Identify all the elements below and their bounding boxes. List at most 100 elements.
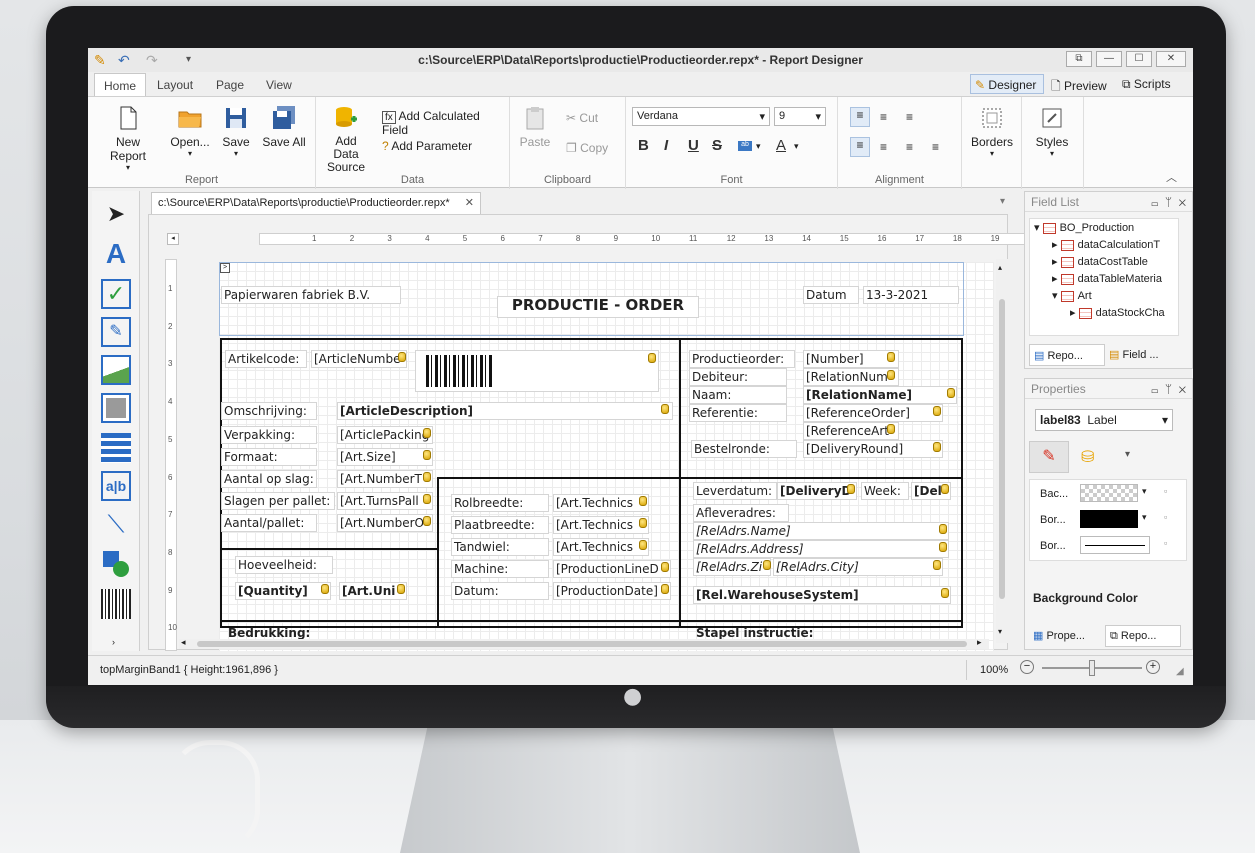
- align-center-icon[interactable]: ≡: [880, 140, 887, 154]
- align-right-icon[interactable]: ≡: [906, 140, 913, 154]
- leverdatum-label[interactable]: Leverdatum:: [693, 482, 777, 500]
- chevron-down-icon[interactable]: ▾: [756, 141, 761, 152]
- close-tab-icon[interactable]: ✕: [465, 196, 474, 209]
- adres-zip[interactable]: [RelAdrs.Zi: [693, 558, 771, 576]
- formaat-value[interactable]: [Art.Size]: [337, 448, 433, 466]
- naam-label[interactable]: Naam:: [689, 386, 787, 404]
- adres-name[interactable]: [RelAdrs.Name]: [693, 522, 949, 540]
- add-data-source-button[interactable]: Add Data Source: [322, 105, 370, 174]
- hoeveelheid-label[interactable]: Hoeveelheid:: [235, 556, 333, 574]
- close-button[interactable]: ✕: [1156, 51, 1186, 67]
- date-value[interactable]: 13-3-2021: [863, 286, 959, 304]
- maximize-button[interactable]: ☐: [1126, 51, 1152, 67]
- tab-field-list[interactable]: ▤ Field ...: [1109, 348, 1159, 361]
- align-bottom-icon[interactable]: ≡: [906, 110, 913, 124]
- debiteur-value[interactable]: [RelationNum: [803, 368, 899, 386]
- aantal-pallet-value[interactable]: [Art.NumberO: [337, 514, 433, 532]
- zoom-slider-thumb[interactable]: [1089, 660, 1095, 676]
- scroll-up-icon[interactable]: ▴: [998, 263, 1002, 272]
- checkbox-tool-icon[interactable]: ✓: [101, 279, 131, 309]
- aantal-op-slag-value[interactable]: [Art.NumberT: [337, 470, 433, 488]
- chevron-down-icon[interactable]: ▾: [1142, 486, 1147, 497]
- justify-icon[interactable]: ≡: [932, 140, 939, 154]
- week-label[interactable]: Week:: [861, 482, 909, 500]
- rolbreedte-value[interactable]: [Art.Technics: [553, 494, 649, 512]
- omschrijving-label[interactable]: Omschrijving:: [221, 402, 317, 420]
- selected-control-select[interactable]: label83 Label ▾: [1035, 409, 1173, 431]
- pointer-tool-icon[interactable]: ➤: [101, 201, 131, 231]
- leverdatum-value[interactable]: [DeliveryD: [777, 482, 857, 500]
- reset-icon[interactable]: ▫: [1164, 512, 1167, 522]
- date-label[interactable]: Datum: [803, 286, 859, 304]
- productieorder-value[interactable]: [Number]: [803, 350, 899, 368]
- field-list-tree[interactable]: ▾ BO_Production ▸ dataCalculationT ▸ dat…: [1029, 218, 1179, 336]
- table-tool-icon[interactable]: [101, 433, 131, 463]
- horizontal-scrollbar[interactable]: ◂ ▸: [179, 637, 989, 649]
- italic-button[interactable]: I: [664, 137, 668, 154]
- minimize-button[interactable]: —: [1096, 51, 1122, 67]
- panel-close-icon[interactable]: ▭ ᛘ ✕: [1151, 195, 1186, 209]
- styles-button[interactable]: Styles ▾: [1028, 105, 1076, 158]
- tab-page[interactable]: Page: [216, 78, 244, 92]
- aantal-op-slag-label[interactable]: Aantal op slag:: [221, 470, 317, 488]
- tandwiel-label[interactable]: Tandwiel:: [451, 538, 549, 556]
- designer-view-button[interactable]: ✎ Designer: [970, 74, 1044, 94]
- formaat-label[interactable]: Formaat:: [221, 448, 317, 466]
- quantity-value[interactable]: [Quantity]: [235, 582, 331, 600]
- border-color-swatch[interactable]: [1080, 510, 1138, 528]
- chevron-down-icon[interactable]: ▾: [1125, 449, 1130, 460]
- border-dash-select[interactable]: [1080, 536, 1150, 554]
- strikethrough-button[interactable]: S: [712, 137, 722, 154]
- barcode[interactable]: [415, 350, 659, 392]
- tab-report-gallery[interactable]: ⧉ Repo...: [1105, 625, 1181, 647]
- reset-icon[interactable]: ▫: [1164, 486, 1167, 496]
- adres-address[interactable]: [RelAdrs.Address]: [693, 540, 949, 558]
- open-button[interactable]: Open... ▾: [166, 105, 214, 158]
- line-tool-icon[interactable]: ⟍: [101, 511, 131, 541]
- character-comb-tool-icon[interactable]: a|b: [101, 471, 131, 501]
- borders-button[interactable]: Borders ▾: [968, 105, 1016, 158]
- report-page[interactable]: > Papierwaren fabriek B.V. PRODUCTIE - O…: [219, 262, 994, 651]
- font-size-select[interactable]: 9 ▾: [774, 107, 826, 126]
- barcode-tool-icon[interactable]: [101, 589, 131, 619]
- zoom-out-icon[interactable]: −: [1020, 660, 1034, 674]
- chevron-down-icon[interactable]: ▾: [1142, 512, 1147, 523]
- tree-item[interactable]: ▾ Art: [1030, 285, 1178, 302]
- align-top-icon[interactable]: ≡: [850, 107, 870, 127]
- productieorder-label[interactable]: Productieorder:: [689, 350, 795, 368]
- align-left-icon[interactable]: ≡: [850, 137, 870, 157]
- rolbreedte-label[interactable]: Rolbreedte:: [451, 494, 549, 512]
- omschrijving-value[interactable]: [ArticleDescription]: [337, 402, 673, 420]
- preview-view-button[interactable]: 🗋 Preview: [1051, 77, 1107, 98]
- verpakking-value[interactable]: [ArticlePacking: [337, 426, 433, 444]
- font-family-select[interactable]: Verdana ▾: [632, 107, 770, 126]
- collapse-ribbon-icon[interactable]: ︿: [1166, 169, 1177, 185]
- tab-report-explorer[interactable]: ▤ Repo...: [1029, 344, 1105, 366]
- afleveradres-label[interactable]: Afleveradres:: [693, 504, 789, 522]
- tree-item[interactable]: ▸ dataCostTable: [1030, 251, 1178, 268]
- scroll-down-icon[interactable]: ▾: [998, 627, 1002, 636]
- vertical-scroll-thumb[interactable]: [999, 299, 1005, 599]
- tab-layout[interactable]: Layout: [157, 78, 193, 92]
- cut-button[interactable]: ✂ Cut: [566, 111, 598, 125]
- referentie-label[interactable]: Referentie:: [689, 404, 787, 422]
- tree-item[interactable]: ▸ dataStockCha: [1030, 302, 1178, 319]
- aantal-pallet-label[interactable]: Aantal/pallet:: [221, 514, 317, 532]
- document-tab[interactable]: c:\Source\ERP\Data\Reports\productie\Pro…: [151, 192, 481, 214]
- property-grid[interactable]: Bac... ▾ ▫ Bor... ▾ ▫ Bor... ▫: [1029, 479, 1187, 561]
- data-tab-icon[interactable]: ⛁: [1081, 447, 1094, 467]
- zoom-in-icon[interactable]: +: [1146, 660, 1160, 674]
- horizontal-scroll-thumb[interactable]: [197, 641, 967, 647]
- save-button[interactable]: Save ▾: [218, 105, 254, 158]
- tab-properties[interactable]: ▦ Prope...: [1029, 625, 1101, 647]
- appearance-tab-icon[interactable]: ✎: [1029, 441, 1069, 473]
- shape-tool-icon[interactable]: [101, 549, 131, 579]
- adres-city[interactable]: [RelAdrs.City]: [773, 558, 943, 576]
- background-color-swatch[interactable]: [1080, 484, 1138, 502]
- machine-value[interactable]: [ProductionLineD: [553, 560, 671, 578]
- reference-art-value[interactable]: [ReferenceArt: [803, 422, 899, 440]
- referentie-value[interactable]: [ReferenceOrder]: [803, 404, 943, 422]
- bestelronde-label[interactable]: Bestelronde:: [691, 440, 797, 458]
- label-tool-icon[interactable]: A: [101, 239, 131, 269]
- scroll-left-icon[interactable]: ◂: [181, 637, 186, 648]
